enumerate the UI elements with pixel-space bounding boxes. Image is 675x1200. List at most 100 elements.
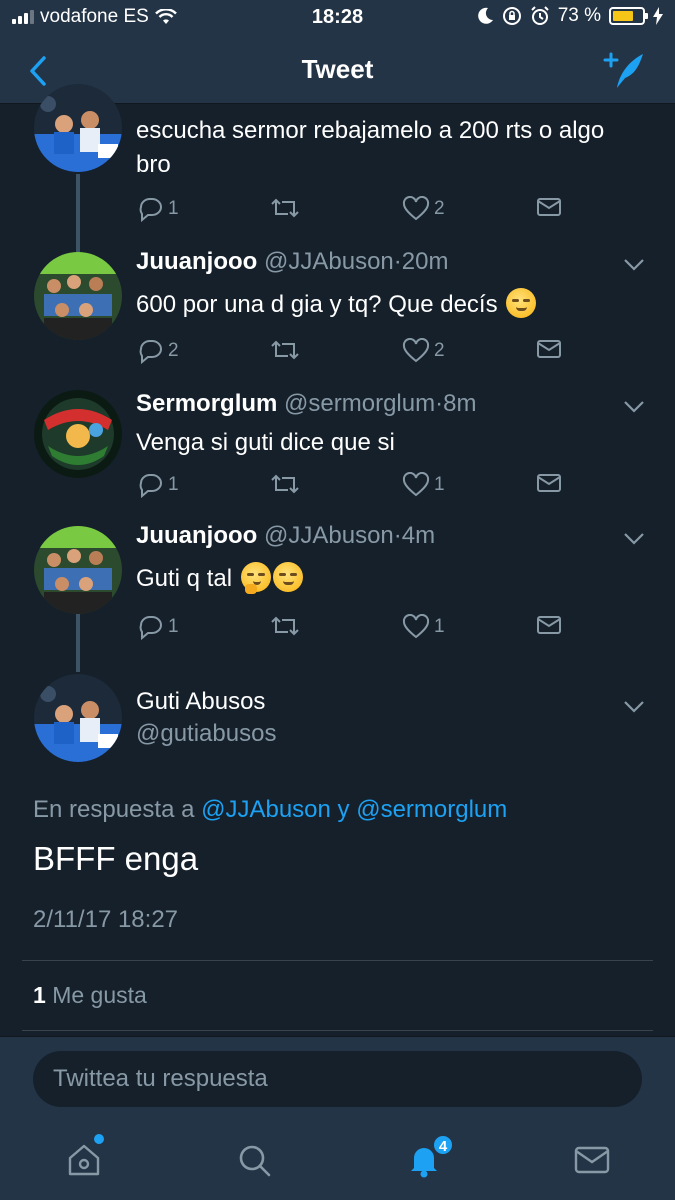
messages-icon[interactable] (572, 1140, 612, 1180)
separator: · (435, 390, 444, 417)
reply-input[interactable]: Twittea tu respuesta (33, 1051, 642, 1107)
like-action[interactable]: 2 (402, 196, 445, 222)
divider (22, 960, 653, 961)
user-name[interactable]: Guti Abusos (136, 688, 265, 716)
home-icon[interactable] (64, 1140, 104, 1180)
chevron-down-icon[interactable] (623, 700, 645, 714)
new-tweets-dot (94, 1134, 104, 1144)
smirk-emoji-icon (506, 288, 537, 318)
retweet-icon (271, 340, 299, 360)
retweet-action[interactable] (270, 472, 304, 496)
page-title: Tweet (301, 54, 374, 84)
heart-icon (402, 472, 430, 497)
thread-tweet[interactable]: escucha sermor rebajamelo a 200 rts o al… (0, 84, 675, 244)
like-count: 2 (434, 340, 445, 361)
tweet-header: Juuanjooo @JJAbuson·4m (136, 522, 435, 550)
reply-action[interactable]: 1 (136, 472, 179, 498)
rotation-lock-icon (502, 7, 521, 25)
retweet-icon (271, 198, 299, 218)
reply-count: 1 (168, 198, 179, 219)
reply-icon (139, 198, 162, 222)
mention-link[interactable]: @sermorglum (356, 796, 507, 823)
tweet-time: 20m (401, 248, 449, 275)
reply-icon (139, 340, 162, 364)
battery-icon (609, 7, 648, 25)
avatar[interactable] (34, 84, 122, 172)
battery-level (613, 11, 634, 21)
heart-icon (402, 614, 430, 639)
envelope-icon (537, 474, 561, 492)
alarm-icon (530, 6, 549, 25)
battery-percent: 73 % (557, 5, 601, 26)
user-handle[interactable]: @JJAbuson (264, 248, 394, 275)
thread-tweet[interactable]: Juuanjooo @JJAbuson·4m Guti q tal 1 1 (0, 522, 675, 672)
reply-action[interactable]: 1 (136, 614, 179, 640)
mention-joiner: y (337, 796, 350, 823)
tweet-time: 8m (443, 390, 477, 417)
dm-action[interactable] (536, 614, 562, 636)
user-name[interactable]: Sermorglum (136, 390, 277, 417)
likes-count: 1 (33, 982, 46, 1008)
user-name[interactable]: Juuanjooo (136, 248, 257, 275)
envelope-icon (537, 616, 561, 634)
likes-summary[interactable]: 1 Me gusta (33, 982, 147, 1009)
reply-count: 1 (168, 616, 179, 637)
main-tweet-text: BFFF enga (33, 840, 199, 877)
retweet-icon (271, 616, 299, 636)
reply-context: En respuesta a @JJAbuson y @sermorglum (33, 796, 507, 824)
tweet-actions: 1 1 (136, 614, 576, 644)
envelope-icon (537, 198, 561, 216)
chevron-down-icon[interactable] (623, 532, 645, 546)
chevron-down-icon[interactable] (623, 258, 645, 272)
compose-tweet-icon[interactable] (601, 50, 645, 90)
like-count: 1 (434, 474, 445, 495)
tweet-header: Sermorglum @sermorglum·8m (136, 390, 476, 418)
tweet-text-row: Guti q tal (136, 562, 636, 596)
tweet-text-row: 600 por una d gia y tq? Que decís (136, 288, 636, 322)
like-action[interactable]: 1 (402, 472, 445, 498)
avatar[interactable] (34, 390, 122, 478)
likes-label: Me gusta (52, 982, 147, 1008)
moon-icon (477, 7, 493, 24)
tweet-text: escucha sermor rebajamelo a 200 rts o al… (136, 117, 605, 178)
user-handle[interactable]: @JJAbuson (264, 522, 394, 549)
thread-tweet[interactable]: Juuanjooo @JJAbuson·20m 600 por una d gi… (0, 244, 675, 386)
reply-action[interactable]: 2 (136, 338, 179, 364)
retweet-action[interactable] (270, 338, 304, 362)
dm-action[interactable] (536, 472, 562, 494)
divider (22, 1030, 653, 1031)
tweet-text: Venga si guti dice que si (136, 429, 395, 456)
tweet-text: 600 por una d gia y tq? Que decís (136, 291, 498, 318)
avatar[interactable] (34, 252, 122, 340)
heart-icon (402, 338, 430, 363)
thread-connector (76, 174, 80, 244)
chevron-down-icon[interactable] (623, 400, 645, 414)
mention-link[interactable]: @JJAbuson (201, 796, 331, 823)
separator: · (393, 248, 402, 275)
like-action[interactable]: 2 (402, 338, 445, 364)
tweet-actions: 2 2 (136, 338, 576, 368)
heart-icon (402, 196, 430, 221)
reply-prefix: En respuesta a (33, 796, 195, 823)
thread-tweet[interactable]: Sermorglum @sermorglum·8m Venga si guti … (0, 386, 675, 522)
retweet-action[interactable] (270, 614, 304, 638)
tweet-time: 4m (401, 522, 436, 549)
user-handle[interactable]: @sermorglum (284, 390, 435, 417)
thread-connector (76, 244, 80, 252)
like-count: 2 (434, 198, 445, 219)
dm-action[interactable] (536, 196, 562, 218)
user-handle[interactable]: @gutiabusos (136, 720, 276, 748)
reply-action[interactable]: 1 (136, 196, 179, 222)
status-right: 73 % (477, 5, 663, 27)
user-name[interactable]: Juuanjooo (136, 522, 257, 549)
retweet-action[interactable] (270, 196, 304, 220)
search-icon[interactable] (234, 1140, 274, 1180)
tweet-header: Juuanjooo @JJAbuson·20m (136, 248, 448, 276)
avatar[interactable] (34, 526, 122, 614)
dm-action[interactable] (536, 338, 562, 360)
avatar[interactable] (34, 674, 122, 762)
charging-bolt-icon (653, 7, 663, 25)
tweet-timestamp: 2/11/17 18:27 (33, 906, 179, 933)
smirk-emoji-icon (272, 562, 303, 592)
like-action[interactable]: 1 (402, 614, 445, 640)
